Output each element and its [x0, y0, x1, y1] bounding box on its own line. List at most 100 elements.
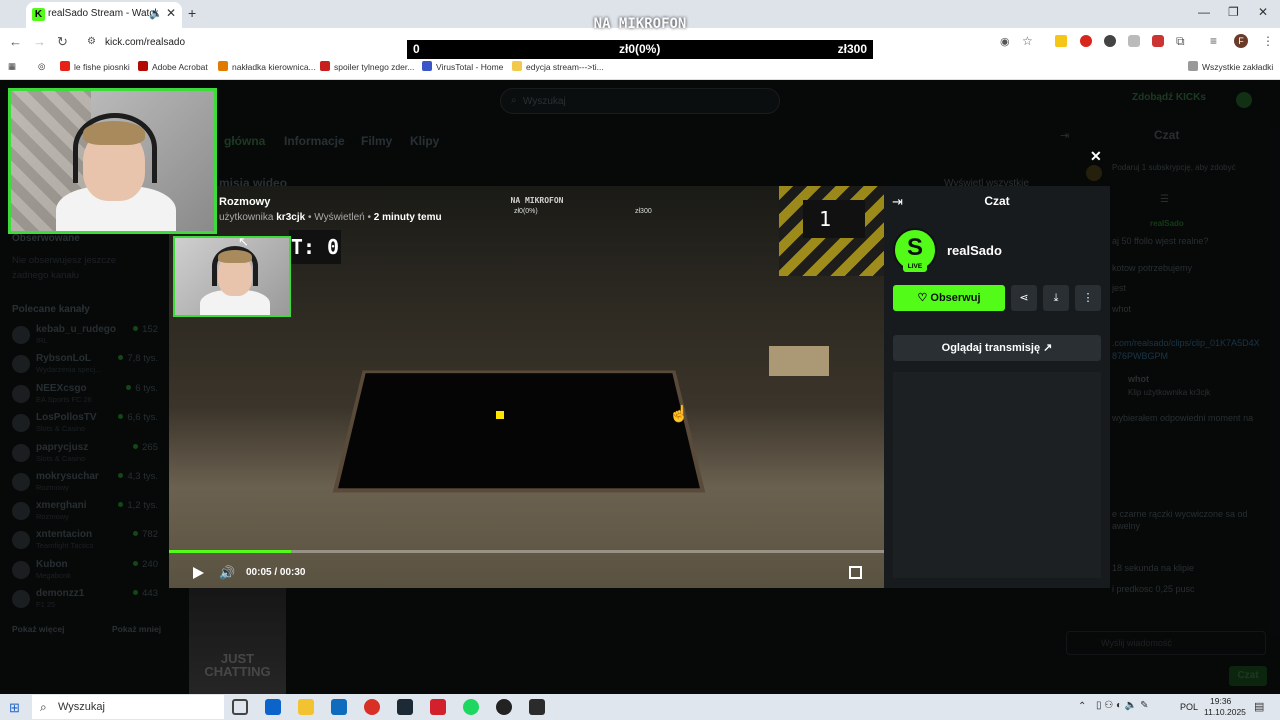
eye-off-icon[interactable]: ◉ [1000, 35, 1010, 48]
share-icon[interactable]: ⋖ [1011, 285, 1037, 311]
streamer-hair [83, 121, 145, 145]
clock-date[interactable]: 11.10.2025 [1204, 707, 1246, 717]
browser-tab[interactable]: K realSado Stream - Watch Li 🔈 ✕ [26, 2, 182, 28]
streamer-hair [218, 250, 252, 263]
clip-time: 2 minuty temu [373, 212, 442, 223]
watch-stream-button[interactable]: Oglądaj transmisję ↗ [893, 335, 1101, 361]
bookmark-label: Adobe Acrobat [152, 62, 208, 72]
bookmark-label: le fishe piosnki [74, 62, 130, 72]
tray-chevron-icon[interactable]: ⌃ [1078, 701, 1086, 712]
bookmark-item[interactable]: VirusTotal - Home [422, 61, 503, 72]
notifications-icon[interactable]: ▤ [1254, 700, 1264, 713]
bookmark-item[interactable]: Adobe Acrobat [138, 61, 208, 72]
game-scene [332, 370, 706, 493]
forward-icon[interactable]: → [33, 34, 46, 49]
virustotal-icon [422, 61, 432, 71]
follow-label: Obserwuj [930, 292, 981, 304]
follow-button[interactable]: ♡ Obserwuj [893, 285, 1005, 311]
taskbar-search-label: Wyszukaj [58, 701, 105, 713]
youtube-icon [60, 61, 70, 71]
clip-chat-area [893, 372, 1101, 578]
fullscreen-icon[interactable] [849, 566, 862, 579]
reading-list-icon[interactable]: ≡ [1210, 34, 1217, 48]
video-score-mid: zł0(0%) [514, 208, 538, 215]
clip-meta-prefix: użytkownika [219, 212, 274, 223]
site-icon [320, 61, 330, 71]
extension-icon[interactable] [1055, 35, 1067, 47]
channel-avatar-initial: S [906, 234, 923, 261]
clock-time[interactable]: 19:36 [1210, 696, 1231, 706]
terminal-icon[interactable] [529, 699, 545, 715]
site-info-icon[interactable]: ⚙ [87, 36, 96, 47]
task-view-icon[interactable] [232, 699, 248, 715]
video-time: 00:05 / 00:30 [246, 567, 306, 578]
obs-icon[interactable] [496, 699, 512, 715]
clip-views: Wyświetleń [314, 212, 365, 223]
panel-title: Czat [984, 194, 1010, 208]
download-icon[interactable]: ⤓ [1043, 285, 1069, 311]
folder-icon [1188, 61, 1198, 71]
chrome-icon[interactable] [364, 699, 380, 715]
video-score-right: zł300 [635, 208, 652, 215]
reload-icon[interactable]: ↻ [57, 34, 68, 50]
volume-icon[interactable]: 🔊 [219, 565, 235, 581]
clip-author[interactable]: kr3cjk [276, 212, 305, 223]
watch-label: Oglądaj transmisję [941, 342, 1041, 354]
tray-icons[interactable]: ▯ ⚇ ◐ 🔈 ✎ [1096, 700, 1148, 711]
all-bookmarks[interactable]: Wszystkie zakładki [1188, 61, 1273, 72]
bookmark-star-icon[interactable]: ☆ [1022, 34, 1033, 48]
bookmark-item[interactable]: spoiler tylnego zder... [320, 61, 414, 72]
wps-icon[interactable] [430, 699, 446, 715]
apps-grid-icon[interactable]: ▦ [8, 61, 16, 72]
live-badge: LIVE [903, 262, 927, 272]
bookmark-item[interactable]: le fishe piosnki [60, 61, 130, 72]
channel-name[interactable]: realSado [947, 243, 1002, 258]
close-modal-icon[interactable]: ✕ [1090, 148, 1102, 165]
mouse-pointer-icon: ↖ [238, 234, 249, 249]
game-object [769, 346, 829, 376]
bookmark-label: edycja stream--->ti... [526, 62, 604, 72]
score-left: 0 [413, 42, 420, 56]
outlook-icon[interactable] [265, 699, 281, 715]
close-window-icon[interactable]: ✕ [1258, 5, 1268, 19]
extensions-puzzle-icon[interactable]: ⧉ [1176, 34, 1185, 49]
score-mid: zł0(0%) [619, 42, 661, 56]
menu-kebab-icon[interactable]: ⋮ [1262, 34, 1274, 48]
play-icon[interactable] [191, 566, 205, 580]
chrome-icon[interactable]: ◎ [38, 61, 45, 72]
kick-favicon-icon: K [32, 8, 45, 21]
capcut-icon[interactable] [397, 699, 413, 715]
extension-icon[interactable] [1128, 35, 1140, 47]
acrobat-icon [138, 61, 148, 71]
video-lives: 1 [803, 200, 865, 238]
restore-icon[interactable]: ❐ [1228, 5, 1239, 19]
url-text: kick.com/realsado [105, 37, 186, 48]
bookmark-label: spoiler tylnego zder... [334, 62, 415, 72]
score-bar: 0 zł0(0%) zł300 [407, 40, 873, 59]
language-indicator[interactable]: POL [1180, 702, 1198, 712]
store-icon[interactable] [331, 699, 347, 715]
back-icon[interactable]: ← [9, 34, 22, 49]
search-icon: ⌕ [40, 700, 47, 714]
audio-playing-icon[interactable]: 🔈 [149, 7, 163, 20]
tab-title: realSado Stream - Watch Li [48, 8, 158, 19]
new-tab-icon[interactable]: + [188, 5, 196, 21]
bookmark-item[interactable]: edycja stream--->ti... [512, 61, 604, 72]
clip-meta: użytkownika kr3cjk • Wyświetleń • 2 minu… [219, 212, 442, 223]
folder-icon [512, 61, 522, 71]
heart-icon: ♡ [917, 292, 931, 304]
allegro-icon [218, 61, 228, 71]
extension-icon[interactable] [1152, 35, 1164, 47]
windows-start-icon[interactable]: ⊞ [9, 700, 20, 716]
profile-avatar[interactable]: F [1234, 34, 1248, 48]
mic-title: NA MIKROFON [593, 16, 687, 32]
extension-icon[interactable] [1104, 35, 1116, 47]
minimize-icon[interactable]: — [1198, 5, 1210, 19]
video-score-bar: zł0(0%) zł300 [409, 208, 769, 220]
bookmark-item[interactable]: nakładka kierownica... [218, 61, 316, 72]
spotify-icon[interactable] [463, 699, 479, 715]
close-tab-icon[interactable]: ✕ [166, 6, 176, 20]
opera-extension-icon[interactable] [1080, 35, 1092, 47]
more-options-icon[interactable]: ⋮ [1075, 285, 1101, 311]
file-explorer-icon[interactable] [298, 699, 314, 715]
